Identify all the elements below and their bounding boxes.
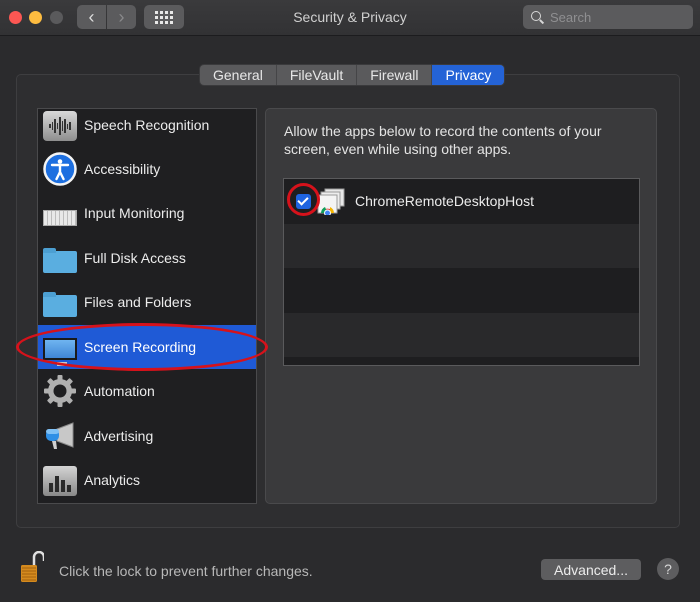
sidebar-item-label: Full Disk Access [84, 250, 186, 266]
megaphone-icon [43, 419, 77, 453]
list-item[interactable]: ChromeRemoteDesktopHost [284, 179, 639, 224]
sidebar-item-accessibility[interactable]: Accessibility [38, 147, 256, 191]
sidebar-item-label: Automation [84, 383, 155, 399]
sidebar-item-label: Accessibility [84, 161, 161, 177]
search-field[interactable] [523, 5, 693, 29]
sidebar-item-input-monitoring[interactable]: Input Monitoring [38, 191, 256, 235]
sidebar-item-advertising[interactable]: Advertising [38, 414, 256, 458]
accessibility-icon [43, 152, 77, 186]
app-enabled-checkbox[interactable] [296, 193, 311, 209]
tab-privacy[interactable]: Privacy [432, 65, 505, 85]
sidebar-item-label: Advertising [84, 428, 154, 444]
title-bar: ‹ › Security & Privacy [0, 0, 700, 36]
gear-icon [43, 374, 77, 408]
folder-icon [43, 292, 77, 317]
analytics-icon [43, 466, 77, 496]
empty-list-row [284, 268, 639, 313]
tab-firewall[interactable]: Firewall [357, 65, 433, 85]
app-list[interactable]: ChromeRemoteDesktopHost [283, 178, 640, 366]
tab-bar: General FileVault Firewall Privacy [200, 65, 505, 85]
folder-icon [43, 248, 77, 273]
sidebar-item-speech-recognition[interactable]: Speech Recognition [38, 103, 256, 147]
sidebar-item-label: Input Monitoring [84, 205, 185, 221]
app-name: ChromeRemoteDesktopHost [355, 193, 534, 210]
keyboard-icon [43, 209, 77, 226]
tab-filevault[interactable]: FileVault [277, 65, 358, 85]
sidebar-item-files-and-folders[interactable]: Files and Folders [38, 280, 256, 324]
sidebar-item-label: Analytics [84, 472, 141, 488]
monitor-icon [43, 338, 77, 366]
sidebar-item-full-disk-access[interactable]: Full Disk Access [38, 236, 256, 280]
chrome-remote-desktop-icon [317, 187, 345, 217]
lock-status-text: Click the lock to prevent further change… [59, 563, 313, 579]
advanced-button[interactable]: Advanced... [541, 559, 641, 580]
search-input[interactable] [550, 9, 680, 25]
search-icon [531, 10, 544, 24]
tab-general[interactable]: General [200, 65, 277, 85]
sidebar-item-label: Speech Recognition [84, 117, 210, 133]
sidebar-item-label: Files and Folders [84, 294, 192, 310]
empty-list-row [284, 223, 639, 268]
screen-recording-description: Allow the apps below to record the conte… [284, 123, 602, 157]
sidebar-item-analytics[interactable]: Analytics [38, 458, 256, 502]
empty-list-row [284, 312, 639, 357]
sidebar-item-label: Screen Recording [84, 339, 197, 355]
sidebar-item-screen-recording[interactable]: Screen Recording [38, 325, 256, 369]
speech-recognition-icon [43, 111, 77, 141]
empty-list-row [284, 357, 639, 365]
lock-icon[interactable] [20, 550, 46, 583]
privacy-category-list: Speech Recognition Accessibility Input M… [37, 108, 257, 504]
help-button[interactable]: ? [657, 558, 679, 580]
question-mark-icon: ? [664, 561, 672, 577]
sidebar-item-automation[interactable]: Automation [38, 369, 256, 413]
